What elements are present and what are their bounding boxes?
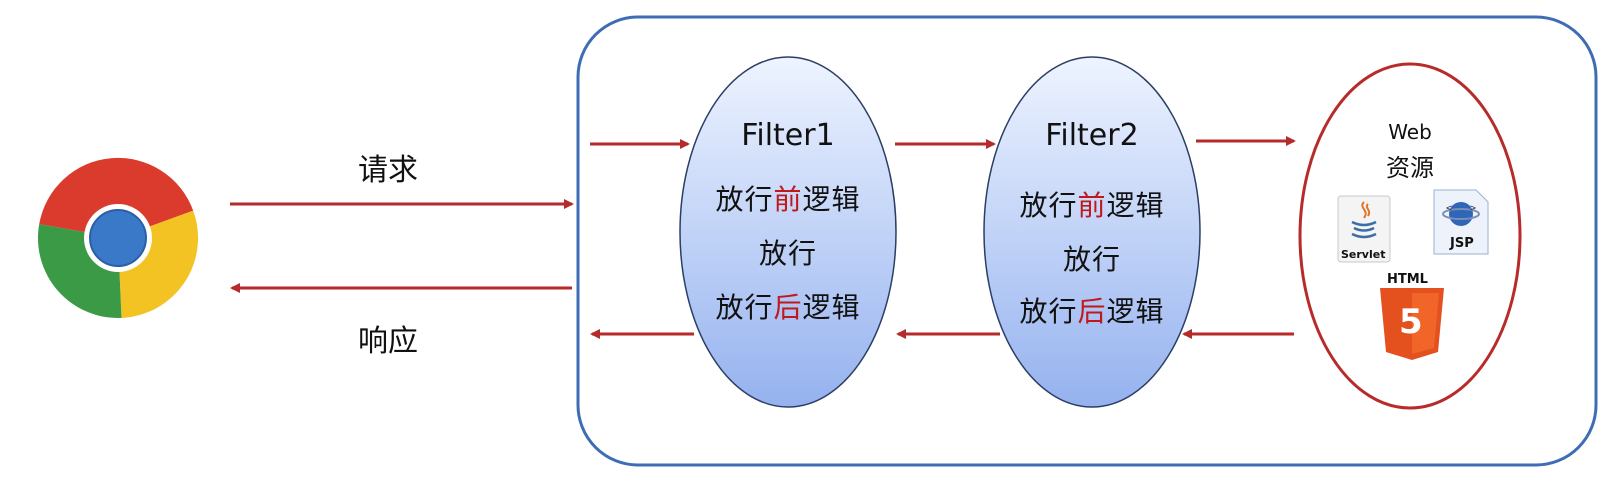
html5-digit: 5 [1399, 302, 1423, 342]
filter2-title: Filter2 [1045, 118, 1139, 153]
chrome-icon [37, 157, 199, 318]
jsp-label: JSP [1450, 236, 1474, 251]
filter2-pass: 放行 [1062, 243, 1121, 276]
filter1-title: Filter1 [741, 118, 835, 153]
filter2-pre-logic-part1: 放行 [1019, 189, 1078, 222]
filter2-pre-logic: 放行前逻辑 [982, 184, 1202, 224]
filter2-ellipse [983, 56, 1201, 408]
filter2-pre-logic-part2: 逻辑 [1106, 189, 1165, 222]
filter1-pre-logic-part1: 放行 [715, 183, 774, 216]
svg-text:<: < [1446, 203, 1452, 214]
filter2-pre-logic-highlight: 前 [1077, 189, 1107, 222]
svg-text:>: > [1470, 203, 1476, 214]
filter1-pre-logic-part2: 逻辑 [802, 183, 861, 216]
filter1-pre-logic-highlight: 前 [773, 183, 803, 216]
response-label: 响应 [358, 324, 418, 359]
servlet-label: Servlet [1341, 248, 1386, 261]
web-resource-title-line2: 资源 [1386, 154, 1434, 182]
filter2-post-logic-part2: 逻辑 [1106, 295, 1165, 328]
filter1-post-logic-part1: 放行 [715, 291, 774, 324]
request-label: 请求 [358, 153, 418, 188]
filter1-pass: 放行 [758, 237, 817, 270]
filter1-pre-logic: 放行前逻辑 [678, 178, 898, 218]
html-label: HTML [1387, 272, 1428, 287]
filter1-post-logic-highlight: 后 [773, 291, 803, 324]
filter1-post-logic-part2: 逻辑 [802, 291, 861, 324]
filter1-post-logic: 放行后逻辑 [678, 286, 898, 326]
filter2-post-logic: 放行后逻辑 [982, 290, 1202, 330]
web-resource-title-line1: Web [1388, 120, 1432, 144]
filter2-post-logic-part1: 放行 [1019, 295, 1078, 328]
filter2-post-logic-highlight: 后 [1077, 295, 1107, 328]
